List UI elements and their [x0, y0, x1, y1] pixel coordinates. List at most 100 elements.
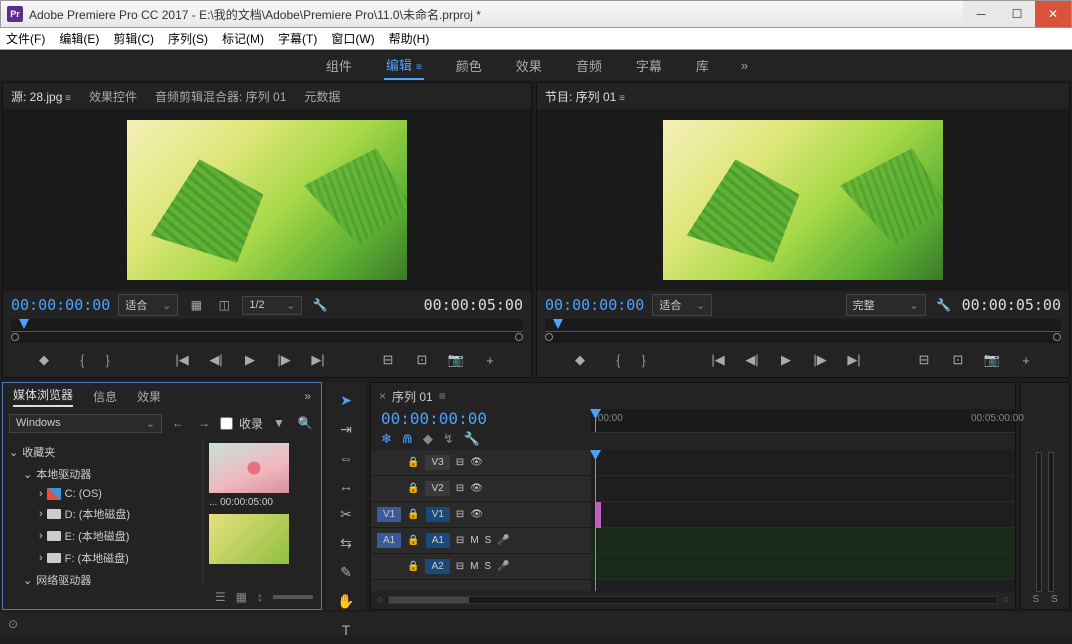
window-maximize-button[interactable]: ☐ — [999, 1, 1035, 27]
track-area[interactable] — [591, 450, 1015, 591]
window-minimize-button[interactable]: ─ — [963, 1, 999, 27]
type-tool[interactable]: T — [336, 622, 356, 638]
tab-media-browser[interactable]: 媒体浏览器 — [13, 386, 73, 407]
tab-source[interactable]: 源: 28.jpg — [11, 88, 71, 105]
tl-link-icon[interactable]: ⋒ — [402, 431, 413, 447]
tree-drive-f[interactable]: ›F: (本地磁盘) — [7, 547, 198, 569]
program-viewer[interactable] — [537, 109, 1069, 291]
prg-step-fwd-button[interactable]: |▶ — [811, 351, 829, 369]
track-a1[interactable]: A1🔒A1⊟MS🎤 — [371, 528, 591, 554]
tl-snap-icon[interactable]: ❄ — [381, 431, 392, 447]
selection-tool[interactable]: ➤ — [336, 392, 356, 409]
menu-window[interactable]: 窗口(W) — [331, 30, 374, 47]
workspace-assembly[interactable]: 组件 — [324, 52, 354, 79]
tab-effect-controls[interactable]: 效果控件 — [89, 88, 137, 105]
src-mark-out-button[interactable]: ｝ — [103, 351, 121, 369]
src-overwrite-button[interactable]: ⊡ — [413, 351, 431, 369]
media-filter-icon[interactable]: ▼ — [269, 414, 289, 432]
media-thumb-2[interactable] — [209, 514, 289, 564]
workspace-color[interactable]: 颜色 — [454, 52, 484, 79]
solo-left[interactable]: S — [1032, 594, 1039, 605]
program-settings-icon[interactable]: 🔧 — [934, 296, 954, 314]
src-export-frame-button[interactable]: 📷 — [447, 351, 465, 369]
source-timecode-in[interactable]: 00:00:00:00 — [11, 296, 110, 314]
prg-lift-button[interactable]: ⊟ — [915, 351, 933, 369]
track-v1[interactable]: V1🔒V1⊟👁 — [371, 502, 591, 528]
media-thumb-1[interactable] — [209, 443, 289, 493]
track-a2[interactable]: 🔒A2⊟MS🎤 — [371, 554, 591, 580]
tab-info[interactable]: 信息 — [93, 388, 117, 405]
source-grid-icon[interactable]: ▦ — [186, 296, 206, 314]
menu-file[interactable]: 文件(F) — [6, 30, 45, 47]
source-ruler[interactable] — [11, 319, 523, 343]
timeline-scrollbar[interactable]: ○○ — [371, 591, 1015, 609]
src-marker-button[interactable]: ◆ — [35, 351, 53, 369]
program-quality-select[interactable]: 完整 — [846, 294, 926, 316]
workspace-overflow-button[interactable]: » — [741, 58, 748, 73]
workspace-editing[interactable]: 编辑≡ — [384, 51, 424, 80]
prg-marker-button[interactable]: ◆ — [571, 351, 589, 369]
workspace-effects[interactable]: 效果 — [514, 52, 544, 79]
program-timecode-in[interactable]: 00:00:00:00 — [545, 296, 644, 314]
menu-edit[interactable]: 编辑(E) — [59, 30, 99, 47]
thumb-size-slider[interactable] — [273, 595, 313, 599]
menu-marker[interactable]: 标记(M) — [222, 30, 264, 47]
media-selector[interactable]: Windows — [9, 414, 162, 433]
source-viewer[interactable] — [3, 109, 531, 291]
media-overflow-button[interactable]: » — [304, 389, 311, 403]
src-goto-out-button[interactable]: ▶| — [309, 351, 327, 369]
prg-export-frame-button[interactable]: 📷 — [983, 351, 1001, 369]
track-select-tool[interactable]: ⇥ — [336, 421, 356, 438]
source-fit-select[interactable]: 适合 — [118, 294, 178, 316]
pen-tool[interactable]: ✎ — [336, 564, 356, 581]
tree-drive-d[interactable]: ›D: (本地磁盘) — [7, 503, 198, 525]
prg-extract-button[interactable]: ⊡ — [949, 351, 967, 369]
view-list-icon[interactable]: ☰ — [215, 590, 226, 604]
src-goto-in-button[interactable]: |◀ — [173, 351, 191, 369]
window-close-button[interactable]: ✕ — [1035, 1, 1071, 27]
prg-play-button[interactable]: ▶ — [777, 351, 795, 369]
media-search-icon[interactable]: 🔍 — [295, 414, 315, 432]
media-back-button[interactable]: ← — [168, 414, 188, 432]
tree-drive-e[interactable]: ›E: (本地磁盘) — [7, 525, 198, 547]
menu-help[interactable]: 帮助(H) — [389, 30, 430, 47]
src-mark-in-button[interactable]: ｛ — [69, 351, 87, 369]
workspace-libraries[interactable]: 库 — [694, 52, 711, 79]
view-icon-icon[interactable]: ▦ — [236, 590, 247, 604]
timeline-playhead[interactable] — [595, 409, 596, 432]
program-fit-select[interactable]: 适合 — [652, 294, 712, 316]
timeline-ruler[interactable]: :00:00 00:05:00:00 — [591, 409, 1015, 433]
source-timecode-out[interactable]: 00:00:05:00 — [424, 296, 523, 314]
src-insert-button[interactable]: ⊟ — [379, 351, 397, 369]
tab-program[interactable]: 节目: 序列 01 — [545, 88, 625, 105]
program-ruler[interactable] — [545, 319, 1061, 343]
timeline-title[interactable]: 序列 01 — [392, 388, 433, 405]
tl-marker-icon[interactable]: ◆ — [423, 431, 433, 447]
source-split-icon[interactable]: ◫ — [214, 296, 234, 314]
track-v3[interactable]: 🔒V3⊟👁 — [371, 450, 591, 476]
track-v2[interactable]: 🔒V2⊟👁 — [371, 476, 591, 502]
rate-stretch-tool[interactable]: ↔ — [336, 478, 356, 494]
menu-sequence[interactable]: 序列(S) — [168, 30, 208, 47]
prg-goto-out-button[interactable]: ▶| — [845, 351, 863, 369]
hand-tool[interactable]: ✋ — [336, 593, 356, 610]
cc-icon[interactable]: ⊙ — [8, 617, 18, 631]
program-timecode-out[interactable]: 00:00:05:00 — [962, 296, 1061, 314]
slip-tool[interactable]: ⇆ — [336, 535, 356, 552]
view-sort-icon[interactable]: ↕ — [257, 590, 263, 604]
media-tree[interactable]: ⌄收藏夹 ⌄本地驱动器 ›C: (OS) ›D: (本地磁盘) ›E: (本地磁… — [3, 437, 203, 585]
timeline-clip[interactable] — [595, 502, 601, 528]
tree-network-drives[interactable]: 网络驱动器 — [36, 572, 91, 585]
razor-tool[interactable]: ✂ — [336, 506, 356, 523]
workspace-titles[interactable]: 字幕 — [634, 52, 664, 79]
src-step-back-button[interactable]: ◀| — [207, 351, 225, 369]
tab-metadata[interactable]: 元数据 — [304, 88, 340, 105]
media-fwd-button[interactable]: → — [194, 414, 214, 432]
workspace-audio[interactable]: 音频 — [574, 52, 604, 79]
src-play-button[interactable]: ▶ — [241, 351, 259, 369]
tab-effects[interactable]: 效果 — [137, 388, 161, 405]
prg-mark-in-button[interactable]: ｛ — [605, 351, 623, 369]
prg-button-editor[interactable]: + — [1017, 351, 1035, 369]
menu-clip[interactable]: 剪辑(C) — [113, 30, 154, 47]
tree-drive-c[interactable]: ›C: (OS) — [7, 485, 198, 503]
